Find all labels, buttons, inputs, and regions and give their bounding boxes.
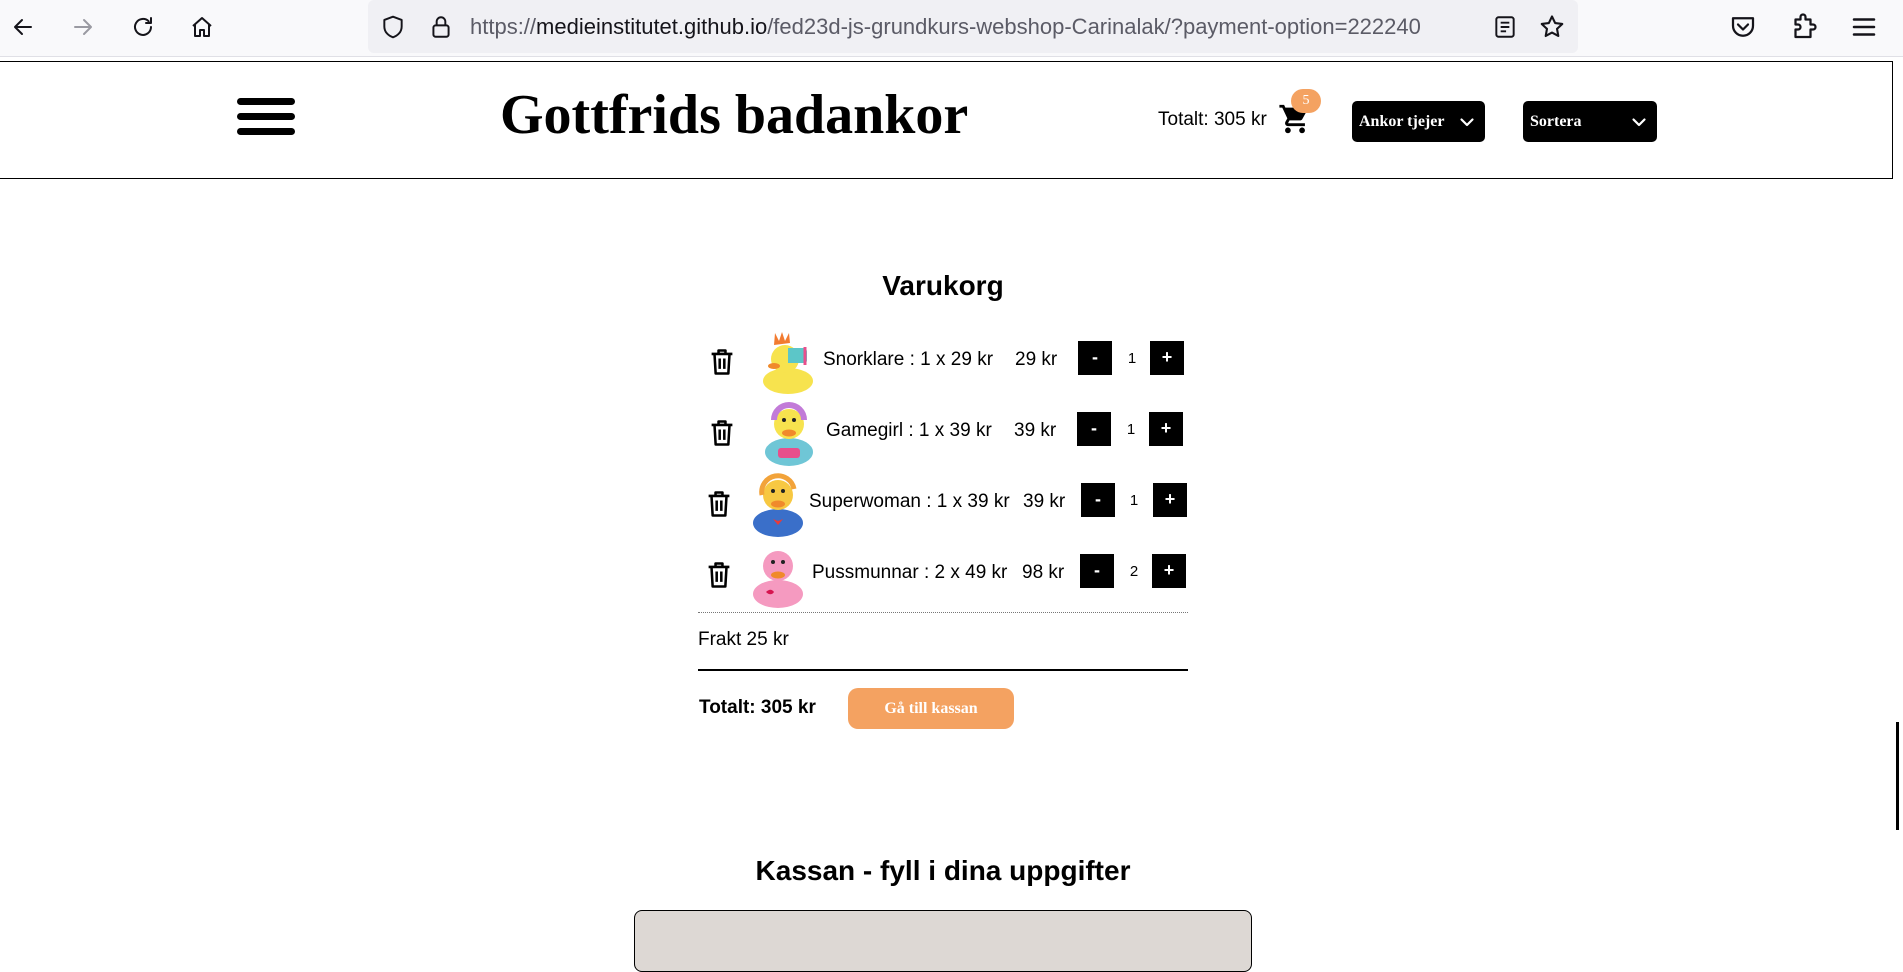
quantity-value: 1 <box>1126 421 1136 438</box>
reload-icon <box>134 17 152 36</box>
menu-icon[interactable] <box>1849 12 1879 42</box>
pocket-icon[interactable] <box>1728 12 1758 42</box>
chevron-down-icon <box>1460 118 1474 127</box>
trash-icon[interactable] <box>705 489 733 519</box>
quantity-value: 1 <box>1127 350 1137 367</box>
increase-quantity-button[interactable]: + <box>1152 554 1186 588</box>
shipping-cost: Frakt 25 kr <box>698 629 789 650</box>
trash-icon[interactable] <box>705 560 733 590</box>
chevron-down-icon <box>1632 118 1646 127</box>
divider <box>698 669 1188 671</box>
home-icon <box>192 17 212 37</box>
url-domain: medieinstitutet.github.io <box>536 14 768 39</box>
back-button[interactable] <box>4 10 42 44</box>
cart-item-superwoman: Superwoman : 1 x 39 kr 39 kr - 1 + <box>698 469 1188 539</box>
scrollbar-thumb[interactable] <box>1896 722 1899 830</box>
url-bar[interactable]: https://medieinstitutet.github.io/fed23d… <box>368 0 1578 53</box>
hamburger-bar <box>237 113 295 120</box>
bookmark-star-icon[interactable] <box>1538 13 1566 41</box>
trash-icon[interactable] <box>708 418 736 448</box>
url-path: /fed23d-js-grundkurs-webshop-Carinalak/?… <box>767 14 1421 39</box>
cart-item-price: 98 kr <box>1022 562 1065 583</box>
cart-item-snorklare: Snorklare : 1 x 29 kr 29 kr - 1 + <box>698 327 1188 397</box>
duck-superwoman-image <box>753 473 803 537</box>
url-text[interactable]: https://medieinstitutet.github.io/fed23d… <box>470 0 1480 53</box>
back-arrow-icon <box>14 19 32 35</box>
reload-button[interactable] <box>124 10 162 44</box>
decrease-quantity-button[interactable]: - <box>1078 341 1112 375</box>
reader-view-icon[interactable] <box>1492 14 1518 40</box>
cart-item-label: Superwoman : 1 x 39 kr <box>809 491 1010 512</box>
decrease-quantity-button[interactable]: - <box>1080 554 1114 588</box>
url-scheme: https:// <box>470 14 537 39</box>
trash-icon[interactable] <box>708 347 736 377</box>
cart-count-badge: 5 <box>1291 89 1321 113</box>
category-filter-label: Ankor tjejer <box>1359 113 1445 130</box>
cart-item-label: Pussmunnar : 2 x 49 kr <box>812 562 1008 583</box>
browser-toolbar: https://medieinstitutet.github.io/fed23d… <box>0 0 1903 57</box>
home-button[interactable] <box>183 10 221 44</box>
forward-button[interactable] <box>64 10 102 44</box>
increase-quantity-button[interactable]: + <box>1149 412 1183 446</box>
duck-snorklare-image <box>763 332 813 394</box>
quantity-value: 2 <box>1129 563 1139 580</box>
hamburger-bar <box>237 98 295 105</box>
extensions-icon[interactable] <box>1788 12 1818 42</box>
decrease-quantity-button[interactable]: - <box>1081 483 1115 517</box>
forward-arrow-icon <box>74 19 92 35</box>
cart-item-pussmunnar: Pussmunnar : 2 x 49 kr 98 kr - 2 + <box>698 540 1188 610</box>
sort-label: Sortera <box>1530 113 1582 130</box>
cart-item-gamegirl: Gamegirl : 1 x 39 kr 39 kr - 1 + <box>698 398 1188 468</box>
duck-gamegirl-image <box>765 402 813 466</box>
cart-item-price: 29 kr <box>1015 349 1058 370</box>
decrease-quantity-button[interactable]: - <box>1077 412 1111 446</box>
increase-quantity-button[interactable]: + <box>1150 341 1184 375</box>
site-header: Gottfrids badankor Totalt: 305 kr 5 Anko… <box>0 61 1893 179</box>
cart-heading: Varukorg <box>882 270 1004 301</box>
quantity-value: 1 <box>1129 492 1139 509</box>
checkout-heading: Kassan - fyll i dina uppgifter <box>755 855 1131 886</box>
hamburger-bar <box>237 128 295 135</box>
sort-select[interactable]: Sortera <box>1523 101 1657 142</box>
hamburger-menu-button[interactable] <box>237 98 297 138</box>
site-title: Gottfrids badankor <box>500 84 969 146</box>
shield-icon[interactable] <box>380 14 406 40</box>
cart-item-label: Gamegirl : 1 x 39 kr <box>826 420 992 441</box>
cart-item-price: 39 kr <box>1023 491 1066 512</box>
checkout-button[interactable]: Gå till kassan <box>848 688 1014 729</box>
category-filter-select[interactable]: Ankor tjejer <box>1352 101 1485 142</box>
increase-quantity-button[interactable]: + <box>1153 483 1187 517</box>
divider <box>698 612 1188 613</box>
cart-item-label: Snorklare : 1 x 29 kr <box>823 349 994 370</box>
checkout-form <box>634 910 1252 972</box>
duck-pussmunnar-image <box>753 551 803 608</box>
cart-item-price: 39 kr <box>1014 420 1057 441</box>
lock-icon[interactable] <box>428 14 454 40</box>
header-cart-total: Totalt: 305 kr <box>1158 109 1267 130</box>
cart-total: Totalt: 305 kr <box>699 697 816 718</box>
